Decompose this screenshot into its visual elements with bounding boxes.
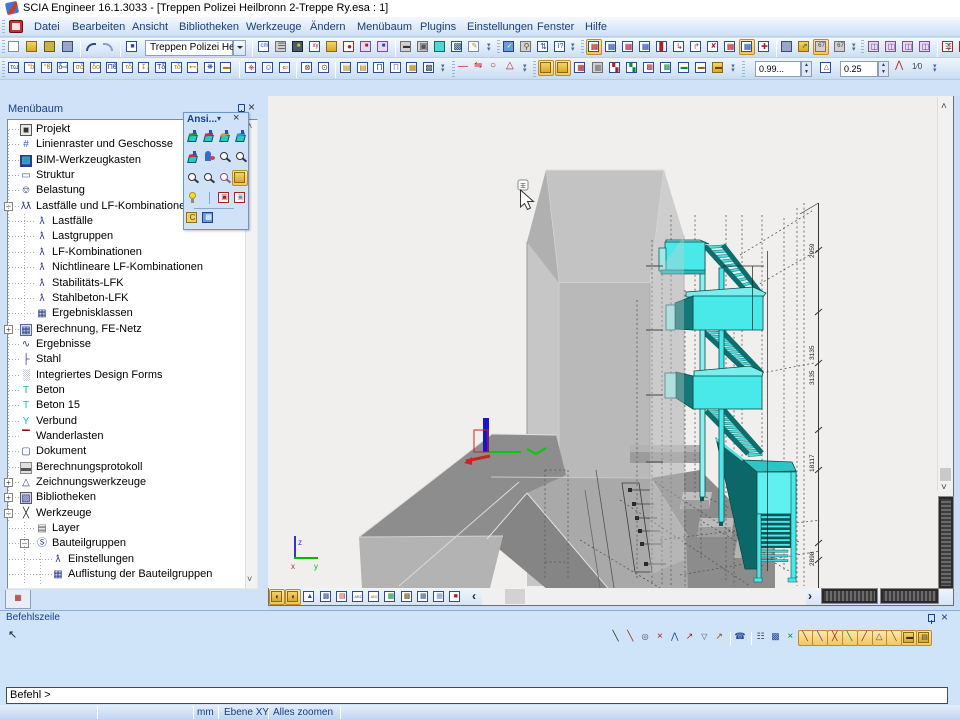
svg-text:z: z [298,538,302,547]
svg-text:18117: 18117 [809,454,816,472]
svg-text:x: x [291,562,295,571]
svg-text:2898: 2898 [809,551,816,566]
svg-text:2959: 2959 [809,243,816,258]
svg-text:3135: 3135 [809,370,816,385]
svg-text:y: y [314,562,318,571]
svg-text:3135: 3135 [809,345,816,360]
